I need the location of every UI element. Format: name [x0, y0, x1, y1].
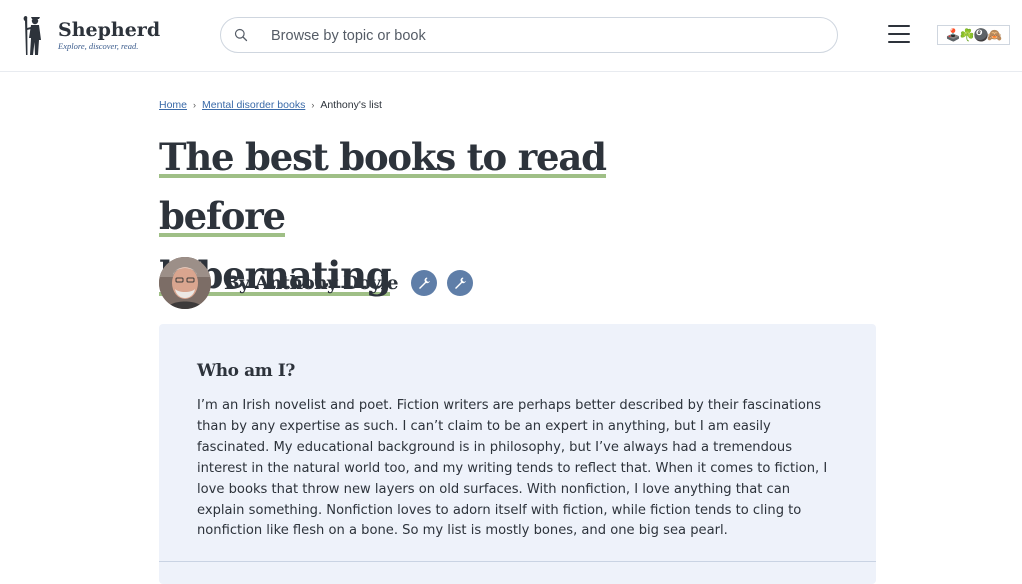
hamburger-menu-icon[interactable]	[888, 25, 910, 43]
panel-divider	[159, 561, 876, 562]
breadcrumb-separator: ›	[193, 100, 197, 110]
who-am-i-body: I’m an Irish novelist and poet. Fiction …	[197, 398, 828, 539]
search-input[interactable]	[269, 18, 813, 54]
breadcrumb-category-link[interactable]: Mental disorder books	[202, 99, 305, 111]
wrench-icon	[418, 277, 430, 289]
breadcrumb-separator: ›	[311, 100, 315, 110]
breadcrumb-current: Anthony's list	[320, 99, 382, 111]
logo-tagline: Explore, discover, read.	[58, 40, 139, 51]
search-bar[interactable]	[220, 17, 838, 54]
site-header: Shepherd Explore, discover, read. 🕹️☘️🎱🙈	[0, 0, 1022, 72]
breadcrumb: Home › Mental disorder books › Anthony's…	[159, 99, 382, 111]
who-am-i-panel: Who am I? I’m an Irish novelist and poet…	[159, 324, 876, 584]
logo-name: Shepherd	[58, 18, 161, 41]
breadcrumb-home-link[interactable]: Home	[159, 99, 187, 111]
author-avatar[interactable]	[159, 257, 211, 309]
author-byline[interactable]: By Anthony Doyle	[224, 273, 399, 294]
author-photo	[159, 257, 211, 309]
author-badge-icon[interactable]	[446, 270, 473, 296]
author-row: By Anthony Doyle	[159, 257, 473, 309]
wrench-icon	[454, 277, 466, 289]
search-icon	[234, 28, 248, 42]
emoji-badge[interactable]: 🕹️☘️🎱🙈	[937, 25, 1010, 45]
title-line-1: The best books to read before	[159, 135, 607, 240]
who-am-i-heading: Who am I?	[197, 361, 295, 381]
shepherd-logo-icon	[23, 16, 41, 55]
site-logo[interactable]: Shepherd Explore, discover, read.	[22, 14, 160, 56]
author-badge-icon[interactable]	[410, 270, 437, 296]
